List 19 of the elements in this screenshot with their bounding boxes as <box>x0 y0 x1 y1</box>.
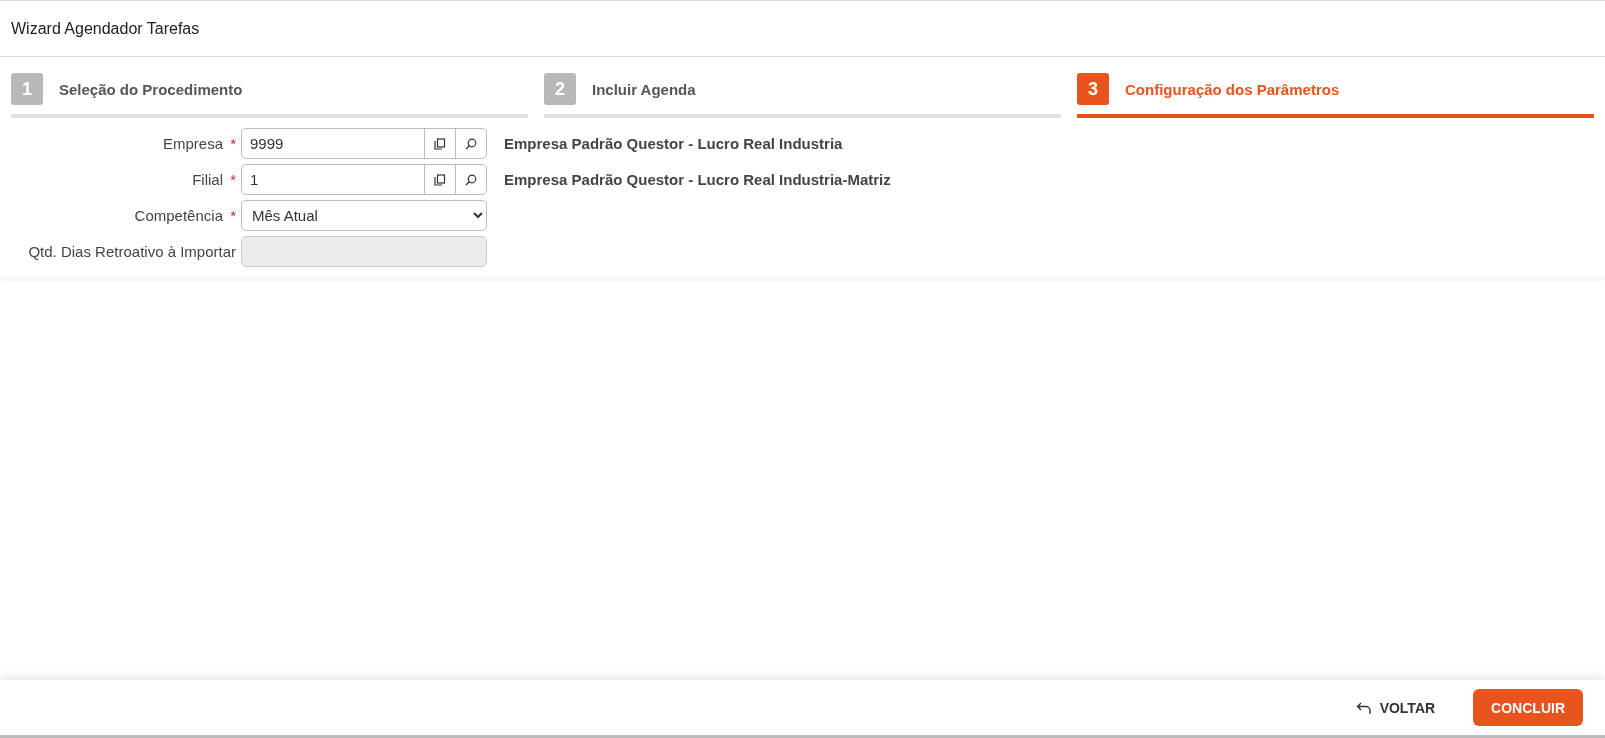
field-label: Qtd. Dias Retroativo à Importar <box>28 243 236 260</box>
field-label: Empresa <box>162 135 223 152</box>
field-description: Empresa Padrão Questor - Lucro Real Industria <box>504 135 843 152</box>
field-label: Competência <box>134 207 223 224</box>
input-field[interactable]: 1 <box>241 164 487 195</box>
finish-button[interactable]: CONCLUIR <box>1473 689 1583 726</box>
required-asterisk-icon: * <box>230 171 236 188</box>
window-title: Wizard Agendador Tarefas <box>11 19 200 38</box>
field-label: Filial <box>192 171 223 188</box>
select-field[interactable]: Mês Atual <box>241 200 487 231</box>
field-description: Empresa Padrão Questor - Lucro Real Industria-Matriz <box>504 171 891 188</box>
wizard-step[interactable]: 2 Incluir Agenda <box>544 73 1061 118</box>
return-arrow-icon <box>1355 700 1372 715</box>
input-field[interactable]: 9999 <box>241 128 487 159</box>
required-asterisk-icon: * <box>230 207 236 224</box>
wizard-step[interactable]: 3 Configuração dos Parâmetros <box>1077 73 1594 118</box>
required-asterisk-icon: * <box>230 135 236 152</box>
wizard-step[interactable]: 1 Seleção do Procedimento <box>11 73 528 118</box>
back-button[interactable]: VOLTAR <box>1351 691 1440 724</box>
